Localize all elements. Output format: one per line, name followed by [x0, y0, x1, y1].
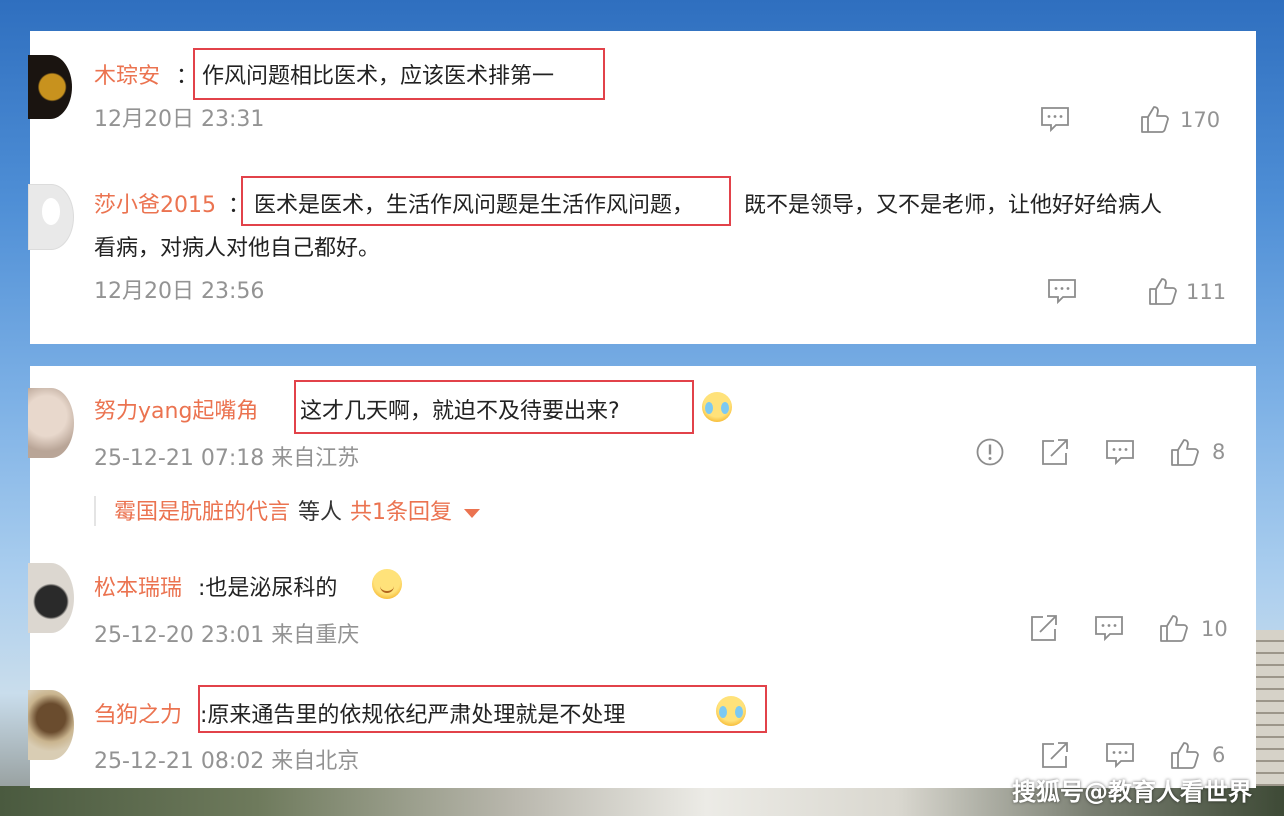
- highlight-box: [294, 380, 694, 434]
- share-icon[interactable]: [1040, 437, 1070, 467]
- comment-icon[interactable]: [1105, 740, 1135, 770]
- comment-timestamp: 12月20日 23:31: [94, 107, 265, 132]
- comment-icon[interactable]: [1094, 613, 1124, 643]
- comment-username[interactable]: 松本瑞瑞: [94, 570, 182, 602]
- comment-username[interactable]: 努力yang起嘴角: [94, 393, 258, 425]
- reply-middle-text: 等人: [298, 500, 343, 525]
- comment-text-line2: 看病，对病人对他自己都好。: [94, 236, 381, 261]
- like-count: 8: [1212, 440, 1226, 464]
- share-icon[interactable]: [1029, 613, 1059, 643]
- like-icon[interactable]: [1140, 104, 1170, 134]
- like-count: 10: [1201, 617, 1228, 641]
- comment-username[interactable]: 莎小爸2015: [94, 187, 216, 219]
- comment-username[interactable]: 木琮安: [94, 58, 160, 90]
- comment-timestamp: 25-12-20 23:01 来自重庆: [94, 623, 360, 648]
- comment-username[interactable]: 刍狗之力: [94, 697, 182, 729]
- crying-laughing-emoji: [702, 392, 732, 422]
- like-count: 111: [1186, 280, 1227, 304]
- avatar[interactable]: [28, 388, 74, 458]
- avatar[interactable]: [28, 563, 74, 633]
- like-icon[interactable]: [1170, 437, 1200, 467]
- comment-timestamp: 25-12-21 08:02 来自北京: [94, 749, 360, 774]
- comment-icon[interactable]: [1040, 104, 1070, 134]
- comment-icon[interactable]: [1105, 437, 1135, 467]
- reply-summary[interactable]: 霉国是肮脏的代言 等人 共1条回复: [114, 494, 481, 526]
- comment-text: 既不是领导，又不是老师，让他好好给病人: [744, 193, 1163, 218]
- like-icon[interactable]: [1170, 740, 1200, 770]
- avatar[interactable]: [28, 55, 72, 119]
- like-icon[interactable]: [1159, 613, 1189, 643]
- avatar[interactable]: [28, 184, 74, 250]
- watermark: 搜狐号@教育人看世界: [1012, 778, 1252, 806]
- like-count: 6: [1212, 743, 1226, 767]
- smile-emoji: [372, 569, 402, 599]
- comment-icon[interactable]: [1047, 276, 1077, 306]
- highlight-box: [241, 176, 731, 226]
- like-count: 170: [1180, 108, 1221, 132]
- background-building: [1254, 630, 1284, 800]
- share-icon[interactable]: [1040, 740, 1070, 770]
- comment-timestamp: 25-12-21 07:18 来自江苏: [94, 446, 360, 471]
- like-icon[interactable]: [1148, 276, 1178, 306]
- reply-count-link[interactable]: 共1条回复: [350, 500, 452, 525]
- highlight-box: [193, 48, 605, 100]
- avatar[interactable]: [28, 690, 74, 760]
- reply-username[interactable]: 霉国是肮脏的代言: [114, 500, 290, 525]
- highlight-box: [198, 685, 767, 733]
- comment-timestamp: 12月20日 23:56: [94, 279, 265, 304]
- report-icon[interactable]: [975, 437, 1005, 467]
- chevron-down-icon[interactable]: [464, 508, 481, 518]
- reply-divider: [94, 496, 96, 526]
- comment-text: :也是泌尿科的: [198, 576, 338, 601]
